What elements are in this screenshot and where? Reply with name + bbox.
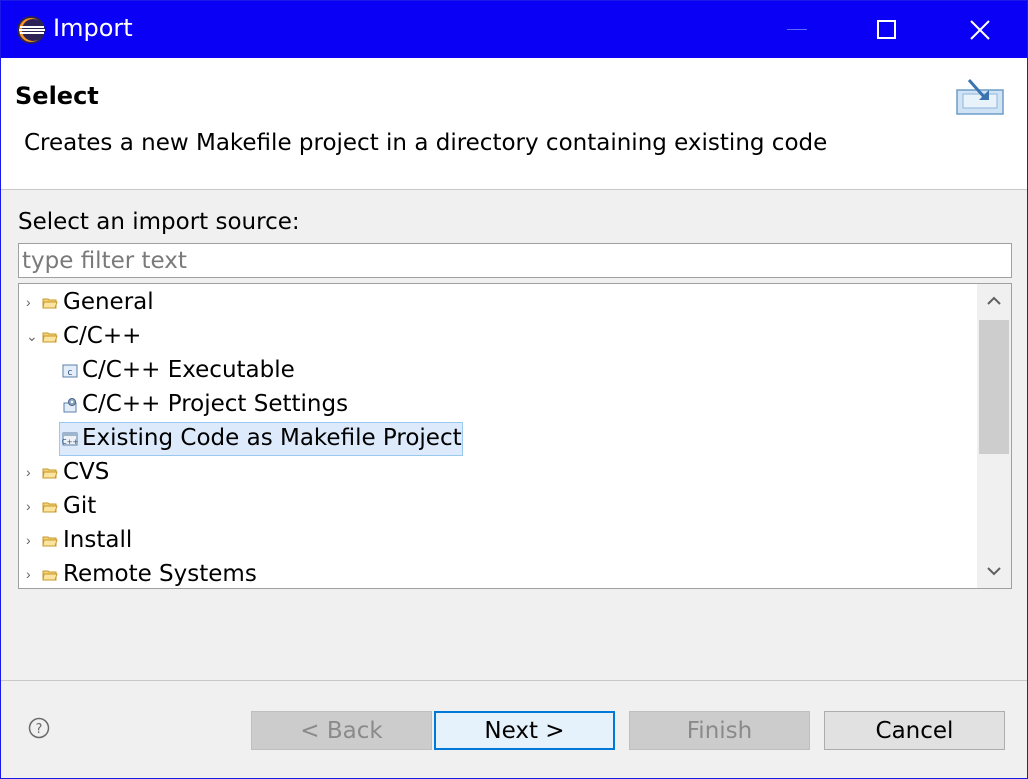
eclipse-icon [17,16,45,44]
close-button[interactable] [933,1,1025,58]
svg-text:c: c [68,368,73,378]
folder-open-icon [42,332,58,343]
next-button[interactable]: Next > [434,711,615,750]
c-executable-icon: c [62,364,78,378]
chevron-right-icon[interactable]: › [26,294,38,310]
tree-scrollbar[interactable] [977,284,1011,588]
import-source-tree[interactable]: › General ⌄ C/C++ c C/C++ Executable C/C… [18,283,1012,589]
svg-text:C++: C++ [62,438,78,446]
tree-item-cpp-project-settings[interactable]: C/C++ Project Settings [19,388,975,422]
tree-item-label: Remote Systems [63,561,257,587]
tree-item-existing-code-makefile[interactable]: C++ Existing Code as Makefile Project [19,422,975,456]
scroll-thumb[interactable] [979,320,1009,454]
svg-text:?: ? [36,722,43,737]
chevron-down-icon[interactable]: ⌄ [26,328,38,344]
chevron-down-icon [987,567,1001,576]
chevron-up-icon [987,296,1001,305]
scroll-up-button[interactable] [977,284,1011,318]
tree-item-cvs[interactable]: › CVS [19,456,975,490]
import-source-label: Select an import source: [18,209,300,235]
tree-item-label: Install [63,527,133,553]
tree-item-label: Existing Code as Makefile Project [82,425,462,451]
makefile-project-icon: C++ [62,432,78,446]
folder-icon [42,570,58,581]
folder-icon [42,468,58,479]
title-bar: Import [1,1,1027,58]
tree-item-label: C/C++ Project Settings [82,391,349,417]
close-icon [970,20,990,40]
help-icon[interactable]: ? [28,717,50,739]
tree-item-cpp[interactable]: ⌄ C/C++ [19,320,975,354]
maximize-icon [877,20,896,39]
finish-button[interactable]: Finish [629,711,810,750]
filter-input[interactable] [18,243,1012,278]
page-title: Select [15,82,99,110]
project-settings-icon [63,398,77,413]
folder-icon [42,502,58,513]
minimize-icon [787,29,807,30]
window-title: Import [53,14,133,42]
tree-item-label: CVS [63,459,110,485]
tree-item-label: General [63,289,154,315]
back-button[interactable]: < Back [251,711,432,750]
tree-item-git[interactable]: › Git [19,490,975,524]
folder-icon [42,536,58,547]
page-description: Creates a new Makefile project in a dire… [24,130,828,156]
footer-separator [1,680,1027,681]
import-wizard-icon [956,79,1004,115]
chevron-right-icon[interactable]: › [26,464,38,480]
folder-icon [42,298,58,309]
chevron-right-icon[interactable]: › [26,532,38,548]
cancel-button[interactable]: Cancel [824,711,1005,750]
tree-item-label: C/C++ Executable [82,357,295,383]
chevron-right-icon[interactable]: › [26,566,38,582]
import-dialog: Import Select Creates a new Makefile pro… [0,0,1028,779]
chevron-right-icon[interactable]: › [26,498,38,514]
minimize-button[interactable] [751,1,843,58]
tree-item-cpp-executable[interactable]: c C/C++ Executable [19,354,975,388]
tree-item-label: Git [63,493,97,519]
tree-item-install[interactable]: › Install [19,524,975,558]
maximize-button[interactable] [841,1,933,58]
scroll-down-button[interactable] [977,554,1011,588]
wizard-header: Select Creates a new Makefile project in… [1,58,1027,190]
tree-item-remote-systems[interactable]: › Remote Systems [19,558,975,588]
tree-item-general[interactable]: › General [19,286,975,320]
tree-item-label: C/C++ [63,323,142,349]
